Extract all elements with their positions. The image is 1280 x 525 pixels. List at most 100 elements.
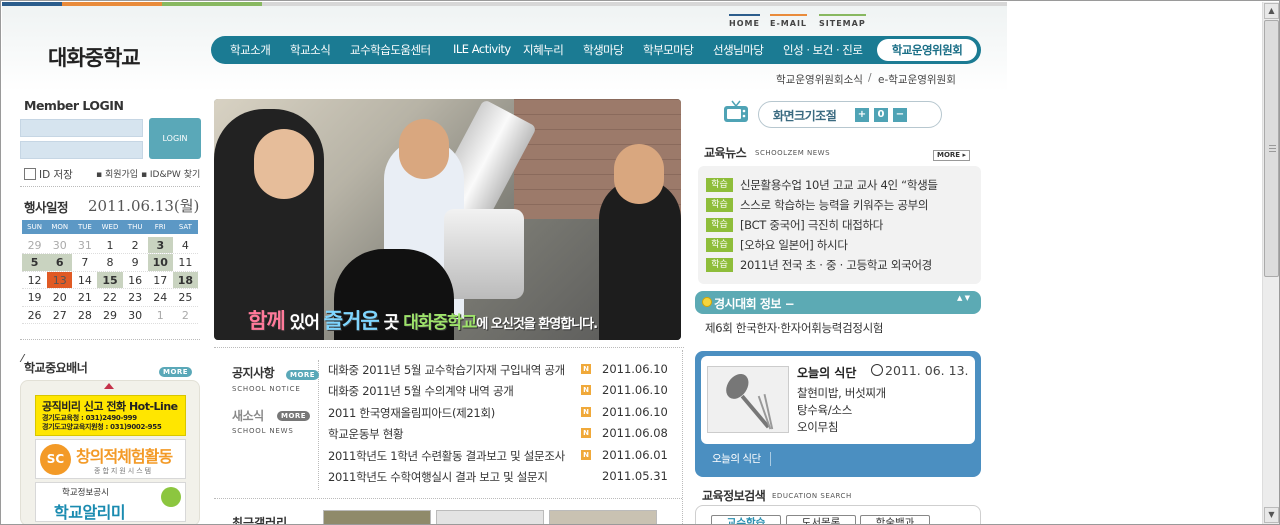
nav-item-character-health[interactable]: 인성 · 보건 · 진로 (783, 42, 863, 58)
banner-hotline[interactable]: 공직비리 신고 전화 Hot-Line 경기도교육청 : 031)2490-99… (35, 395, 186, 436)
school-logo[interactable]: 대화중학교 (48, 42, 141, 72)
calendar-day[interactable]: 10 (147, 254, 173, 271)
news-item-title[interactable]: 2011년 전국 초 · 중 · 고등학교 외국어경 (740, 258, 932, 272)
calendar-day[interactable]: 5 (22, 254, 48, 271)
calendar-day[interactable]: 25 (173, 289, 198, 305)
notice-row[interactable]: 학교운동부 현황 N 2011.06.08 (328, 426, 668, 442)
calendar-day[interactable]: 2 (123, 237, 148, 253)
notice-row-title[interactable]: 2011 한국영재올림피아드(제21회) (328, 405, 578, 421)
nav-item-jihye-nuri[interactable]: 지혜누리 (523, 42, 564, 58)
banner-creative-activity[interactable]: SC 창의적체험활동 종합지원시스템 (35, 439, 186, 479)
login-id-input[interactable] (20, 119, 143, 137)
login-password-input[interactable] (20, 141, 143, 159)
calendar-day[interactable]: 4 (173, 237, 198, 253)
calendar-day[interactable]: 1 (97, 237, 122, 253)
submenu-e-committee[interactable]: e-학교운영위원회 (878, 72, 956, 87)
tab-news[interactable]: 새소식 (232, 407, 264, 424)
news-item-title[interactable]: 신문활용수업 10년 고교 교사 4인 “학생들 (740, 178, 938, 192)
scroll-down-arrow-icon[interactable]: ▼ (1264, 507, 1279, 523)
calendar-day[interactable]: 2 (173, 307, 198, 323)
login-button[interactable]: LOGIN (149, 118, 201, 159)
banner-more-button[interactable]: MORE (159, 367, 193, 377)
calendar-day[interactable]: 1 (148, 307, 173, 323)
calendar-day[interactable]: 19 (22, 289, 47, 305)
calendar-day[interactable]: 21 (72, 289, 97, 305)
font-reset-button[interactable]: 0 (874, 108, 888, 122)
util-email-link[interactable]: E-MAIL (770, 14, 808, 28)
edu-tab-books[interactable]: 도서목록 (786, 515, 856, 524)
calendar-day[interactable]: 6 (47, 254, 73, 271)
notice-more-button[interactable]: MORE (286, 370, 320, 380)
calendar-day[interactable]: 31 (72, 237, 97, 253)
calendar-day[interactable]: 17 (148, 272, 173, 288)
notice-row-title[interactable]: 대화중 2011년 5월 교수학습기자재 구입내역 공개 (328, 362, 578, 378)
nav-item-school-news[interactable]: 학교소식 (290, 42, 331, 58)
calendar-day[interactable]: 8 (97, 254, 122, 270)
scroll-up-arrow-icon[interactable]: ▲ (1264, 3, 1279, 19)
gallery-thumbnail[interactable] (436, 510, 544, 524)
member-links[interactable]: ▪ 회원가입 ▪ ID&PW 찾기 (96, 167, 200, 180)
contest-scroll-arrows-icon[interactable]: ▲ ▼ (957, 295, 970, 302)
calendar-day[interactable]: 14 (72, 272, 97, 288)
calendar-day[interactable]: 7 (72, 254, 97, 270)
calendar-day[interactable]: 22 (97, 289, 122, 305)
calendar-day[interactable]: 15 (97, 271, 123, 289)
nav-item-teaching-center[interactable]: 교수학습도움센터 (350, 42, 431, 58)
edu-tab-encyclopedia[interactable]: 학술백과 (860, 515, 930, 524)
news-item[interactable]: 학습 스스로 학습하는 능력을 키워주는 공부의 (706, 197, 976, 213)
contest-item[interactable]: 제6회 한국한자·한자어휘능력검정시험 (705, 320, 884, 336)
news-item[interactable]: 학습 [BCT 중국어] 극진히 대접하다 (706, 217, 976, 233)
contest-title[interactable]: 경시대회 정보 − (714, 295, 795, 312)
notice-row[interactable]: 대화중 2011년 5월 수의계약 내역 공개 N 2011.06.10 (328, 383, 668, 399)
nav-item-school-intro[interactable]: 학교소개 (230, 42, 271, 58)
news-item[interactable]: 학습 2011년 전국 초 · 중 · 고등학교 외국어경 (706, 257, 976, 273)
nav-item-teacher[interactable]: 선생님마당 (713, 42, 764, 58)
notice-row[interactable]: 2011학년도 1학년 수련활동 결과보고 및 설문조사 N 2011.06.01 (328, 448, 668, 464)
calendar-day[interactable]: 3 (147, 237, 173, 254)
calendar-day[interactable]: 9 (123, 254, 148, 270)
submenu-committee-news[interactable]: 학교운영위원회소식 (776, 72, 863, 87)
calendar-day[interactable]: 30 (123, 307, 148, 323)
nav-item-parent[interactable]: 학부모마당 (643, 42, 694, 58)
calendar-day[interactable]: 30 (47, 237, 72, 253)
news-item-title[interactable]: [오하요 일본어] 하시다 (740, 238, 848, 252)
calendar-day[interactable]: 27 (47, 307, 72, 323)
calendar-day[interactable]: 11 (173, 254, 198, 270)
notice-row-title[interactable]: 2011학년도 수학여행실시 결과 보고 및 설문지 (328, 469, 578, 485)
calendar-day[interactable]: 20 (47, 289, 72, 305)
nav-item-student[interactable]: 학생마당 (583, 42, 624, 58)
checkbox-icon[interactable] (24, 168, 36, 180)
banner-up-arrow-icon[interactable] (104, 383, 114, 389)
calendar-day[interactable]: 26 (22, 307, 47, 323)
calendar-day[interactable]: 29 (97, 307, 122, 323)
nav-item-ile-activity[interactable]: ILE Activity (453, 42, 511, 56)
gallery-thumbnail[interactable] (549, 510, 657, 524)
calendar-day[interactable]: 18 (172, 271, 198, 289)
news-item[interactable]: 학습 신문활용수업 10년 고교 교사 4인 “학생들 (706, 177, 976, 193)
font-decrease-button[interactable]: − (893, 108, 907, 122)
calendar-day[interactable]: 16 (123, 272, 148, 288)
meal-today-tab[interactable]: 오늘의 식단 (702, 447, 767, 471)
scrollbar-thumb[interactable] (1264, 20, 1279, 277)
calendar-day[interactable]: 29 (22, 237, 47, 253)
nav-item-school-committee[interactable]: 학교운영위원회 (877, 39, 977, 61)
util-sitemap-link[interactable]: SITEMAP (819, 14, 866, 28)
news-tab-more-button[interactable]: MORE (277, 411, 311, 421)
gallery-thumbnail[interactable] (323, 510, 431, 524)
tab-notice[interactable]: 공지사항 (232, 364, 275, 381)
edu-tab-teaching[interactable]: 교수학습 (711, 515, 781, 524)
util-home-link[interactable]: HOME (729, 14, 760, 28)
calendar-day[interactable]: 12 (22, 272, 47, 288)
notice-row[interactable]: 2011학년도 수학여행실시 결과 보고 및 설문지 2011.05.31 (328, 469, 668, 485)
news-item-title[interactable]: [BCT 중국어] 극진히 대접하다 (740, 218, 883, 232)
calendar-day[interactable]: 23 (123, 289, 148, 305)
notice-row-title[interactable]: 2011학년도 1학년 수련활동 결과보고 및 설문조사 (328, 448, 578, 464)
calendar-today[interactable]: 13 (47, 271, 73, 289)
font-increase-button[interactable]: + (855, 108, 869, 122)
calendar-day[interactable]: 28 (72, 307, 97, 323)
notice-row-title[interactable]: 대화중 2011년 5월 수의계약 내역 공개 (328, 383, 578, 399)
id-save-checkbox[interactable]: ID 저장 (24, 167, 73, 182)
notice-row-title[interactable]: 학교운동부 현황 (328, 426, 578, 442)
news-more-button[interactable]: MORE ▸ (933, 150, 971, 161)
notice-row[interactable]: 대화중 2011년 5월 교수학습기자재 구입내역 공개 N 2011.06.10 (328, 362, 668, 378)
